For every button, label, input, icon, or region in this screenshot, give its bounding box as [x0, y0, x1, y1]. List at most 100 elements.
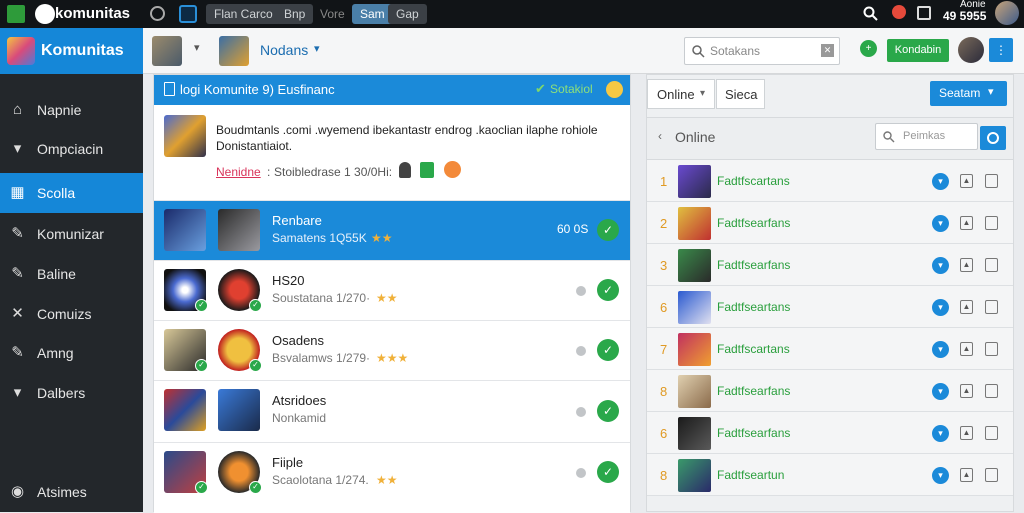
home-icon: ⌂ — [12, 101, 23, 118]
window-icon[interactable] — [179, 5, 197, 23]
online-user-row[interactable]: 6 Fadtfsearfans ▾ ▲ — [647, 412, 1013, 454]
chevron-down-icon[interactable]: ▾ — [932, 215, 949, 232]
image-icon[interactable]: ▲ — [960, 342, 973, 356]
list-item[interactable]: ✓ ✓ Fiiple Scaolotana 1/274. ★★ ✓ — [154, 443, 630, 513]
chevron-down-icon[interactable]: ▾ — [932, 299, 949, 316]
clear-icon[interactable]: ✕ — [821, 44, 834, 57]
item-title: Osadens — [272, 333, 325, 348]
notification-icon[interactable] — [892, 5, 906, 19]
app-logo-icon[interactable] — [7, 5, 25, 23]
image-icon[interactable]: ▲ — [960, 258, 973, 272]
tab-sieca[interactable]: Sieca — [716, 79, 765, 109]
sidebar-item-napnie[interactable]: ⌂ Napnie — [0, 90, 143, 130]
status-circle-icon[interactable] — [150, 6, 165, 21]
green-action-button[interactable]: Kondabin — [887, 39, 949, 62]
document-icon[interactable] — [985, 426, 998, 440]
image-icon[interactable]: ▲ — [960, 384, 973, 398]
online-user-row[interactable]: 2 Fadtfsearfans ▾ ▲ — [647, 202, 1013, 244]
list-item[interactable]: ✓ ✓ HS20 Soustatana 1/270· ★★ ✓ — [154, 261, 630, 321]
rating-stars: ★★ — [376, 291, 398, 305]
topbar-tab-3[interactable]: Vore — [312, 4, 353, 24]
sidebar-item-komunizar[interactable]: ✎ Komunizar — [0, 214, 143, 254]
sidebar-item-baline[interactable]: ✎ Baline — [0, 254, 143, 294]
add-icon[interactable]: + — [860, 40, 877, 57]
search-button[interactable] — [980, 126, 1006, 150]
check-button[interactable]: ✓ — [597, 461, 619, 483]
page-title[interactable]: Nodans — [260, 42, 308, 58]
document-icon[interactable] — [985, 216, 998, 230]
topbar-tab-1[interactable]: Flan Carco — [206, 4, 281, 24]
reaction-icon[interactable] — [444, 161, 461, 178]
topbar-tab-4[interactable]: Sam — [352, 4, 393, 24]
seatam-button[interactable]: Seatam ▾ — [930, 81, 1007, 106]
check-button[interactable]: ✓ — [597, 400, 619, 422]
chevron-down-icon[interactable]: ▾ — [932, 425, 949, 442]
verified-icon: ✓ — [195, 481, 208, 494]
channel-avatar[interactable] — [219, 36, 249, 66]
sidebar-item-scolla[interactable]: ▦ Scolla — [0, 173, 143, 213]
sidebar-item-ompciacin[interactable]: ▾ Ompciacin — [0, 129, 143, 169]
list-item[interactable]: Atsridoes Nonkamid ✓ — [154, 381, 630, 443]
chevron-down-icon[interactable]: ▾ — [932, 257, 949, 274]
chevron-down-icon[interactable]: ▾ — [932, 383, 949, 400]
user-name: Fadtfseartans — [717, 300, 791, 314]
online-dropdown[interactable]: Online ▾ — [647, 79, 715, 109]
menu-icon[interactable] — [917, 6, 931, 20]
document-icon[interactable] — [985, 468, 998, 482]
verified-icon: ✓ — [195, 359, 208, 372]
chevron-down-icon[interactable]: ▾ — [932, 173, 949, 190]
sidebar-item-amng[interactable]: ✎ Amng — [0, 333, 143, 373]
document-icon[interactable] — [985, 342, 998, 356]
post-thumbnail[interactable] — [164, 115, 206, 157]
online-user-row[interactable]: 8 Fadtfsearfans ▾ ▲ — [647, 370, 1013, 412]
online-user-row[interactable]: 6 Fadtfseartans ▾ ▲ — [647, 286, 1013, 328]
more-icon[interactable]: ⋮ — [989, 38, 1013, 62]
image-icon[interactable]: ▲ — [960, 216, 973, 230]
avatar[interactable] — [995, 1, 1019, 25]
image-icon[interactable]: ▲ — [960, 426, 973, 440]
document-icon[interactable] — [985, 384, 998, 398]
online-search-input[interactable]: Peimkas — [875, 123, 978, 150]
sidebar-item-atsimes[interactable]: ◉ Atsimes — [0, 472, 143, 512]
profile-avatar[interactable] — [958, 37, 984, 63]
list-item[interactable]: Renbare Samatens 1Q55K ★★ 60 0S ✓ — [154, 201, 630, 261]
online-panel: Online ▾ Sieca Seatam ▾ ‹ Online Peimkas… — [646, 74, 1014, 512]
sidebar-item-comuizs[interactable]: ✕ Comuizs — [0, 294, 143, 334]
post-link[interactable]: Nenidne — [216, 165, 261, 179]
topbar-tab-2[interactable]: Bnp — [276, 4, 314, 24]
settings-icon: ◉ — [10, 483, 25, 500]
sidebar-item-dalbers[interactable]: ▾ Dalbers — [0, 373, 143, 413]
chevron-down-icon[interactable]: ▾ — [932, 467, 949, 484]
document-icon[interactable] — [985, 300, 998, 314]
search-icon[interactable] — [863, 6, 878, 21]
document-icon[interactable] — [985, 258, 998, 272]
sidebar-item-label: Amng — [37, 345, 74, 361]
brand-name[interactable]: komunitas — [55, 5, 130, 22]
search-input[interactable]: Sotakans ✕ — [684, 37, 840, 65]
rank-number: 1 — [660, 174, 668, 189]
online-user-row[interactable]: 1 Fadtfscartans ▾ ▲ — [647, 160, 1013, 202]
check-button[interactable]: ✓ — [597, 339, 619, 361]
search-icon — [692, 45, 705, 58]
online-user-row[interactable]: 8 Fadtfseartun ▾ ▲ — [647, 454, 1013, 496]
list-item[interactable]: ✓ ✓ Osadens Bsvalamws 1/279· ★★★ ✓ — [154, 321, 630, 381]
image-icon[interactable]: ▲ — [960, 300, 973, 314]
share-icon[interactable] — [420, 162, 434, 178]
check-button[interactable]: ✓ — [597, 279, 619, 301]
check-button[interactable]: ✓ — [597, 219, 619, 241]
image-icon[interactable]: ▲ — [960, 468, 973, 482]
title-chevron-icon[interactable]: ▾ — [314, 42, 320, 55]
emoji-icon[interactable] — [606, 81, 623, 98]
back-icon[interactable]: ‹ — [658, 129, 662, 143]
item-title: HS20 — [272, 273, 305, 288]
document-icon[interactable] — [985, 174, 998, 188]
document-icon — [164, 82, 175, 96]
chevron-down-icon[interactable]: ▾ — [194, 41, 200, 54]
image-icon[interactable]: ▲ — [960, 174, 973, 188]
topbar-tab-5[interactable]: Gap — [388, 4, 427, 24]
chevron-down-icon[interactable]: ▾ — [932, 341, 949, 358]
sidebar-header[interactable]: Komunitas — [0, 28, 143, 74]
online-user-row[interactable]: 7 Fadtfscartans ▾ ▲ — [647, 328, 1013, 370]
user-avatar[interactable] — [152, 36, 182, 66]
online-user-row[interactable]: 3 Fadtfsearfans ▾ ▲ — [647, 244, 1013, 286]
